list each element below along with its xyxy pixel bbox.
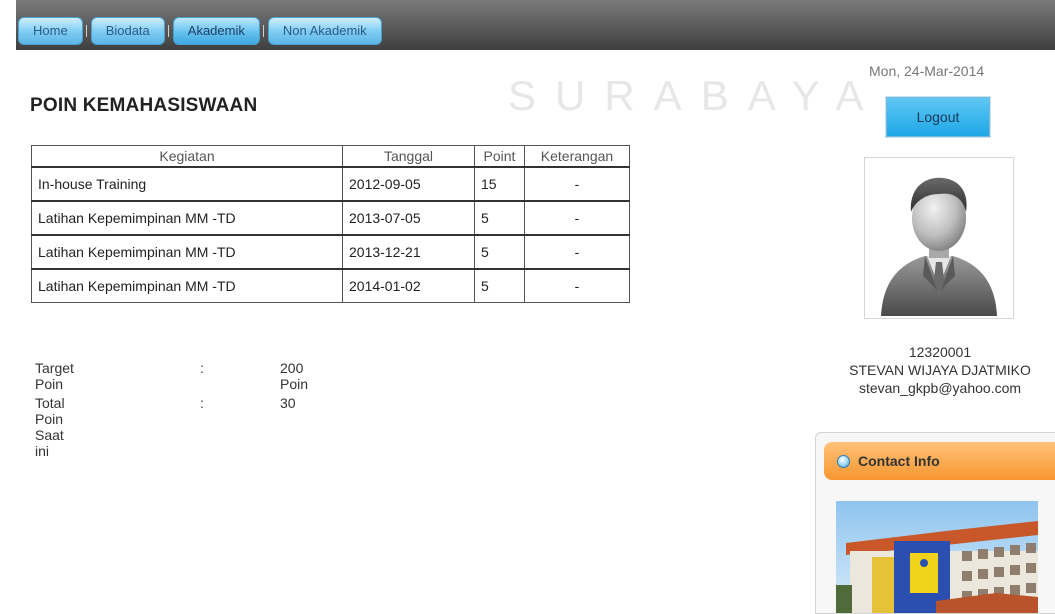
contact-info-header[interactable]: Contact Info: [824, 442, 1055, 480]
cell-tanggal: 2012-09-05: [342, 166, 475, 202]
watermark-text: SURABAYA: [508, 72, 883, 119]
cell-keterangan: -: [524, 234, 630, 270]
cell-tanggal: 2013-12-21: [342, 234, 475, 270]
radio-bullet-icon: [837, 454, 850, 468]
nav-separator: [260, 24, 268, 38]
cell-point: 15: [474, 166, 525, 202]
target-poin-label: Target Poin: [35, 360, 74, 392]
logout-button[interactable]: Logout: [886, 97, 990, 137]
target-poin-value: 200 Poin: [280, 360, 309, 392]
cell-point: 5: [474, 268, 525, 303]
cell-keterangan: -: [524, 200, 630, 236]
cell-point: 5: [474, 234, 525, 270]
nav-left-cap: [0, 0, 16, 50]
table-row: Latihan Kepemimpinan MM -TD 2013-12-21 5…: [31, 234, 630, 270]
colon-separator: :: [200, 395, 204, 411]
nav-separator: [83, 24, 91, 38]
cell-kegiatan: Latihan Kepemimpinan MM -TD: [31, 200, 343, 236]
table-row: Latihan Kepemimpinan MM -TD 2014-01-02 5…: [31, 268, 630, 303]
contact-info-title: Contact Info: [858, 453, 940, 469]
top-nav-bar: Home Biodata Akademik Non Akademik: [0, 0, 1055, 50]
cell-kegiatan: In-house Training: [31, 166, 343, 202]
cell-keterangan: -: [524, 166, 630, 202]
avatar: [864, 157, 1014, 319]
contact-info-panel: Contact Info: [815, 432, 1055, 614]
nav-akademik-button[interactable]: Akademik: [172, 17, 260, 45]
colon-separator: :: [200, 360, 204, 376]
table-row: In-house Training 2012-09-05 15 -: [31, 166, 630, 202]
poin-table: Kegiatan Tanggal Point Keterangan In-hou…: [31, 145, 630, 303]
header-kegiatan: Kegiatan: [31, 145, 343, 168]
header-keterangan: Keterangan: [524, 145, 630, 168]
cell-kegiatan: Latihan Kepemimpinan MM -TD: [31, 234, 343, 270]
campus-building-image: [836, 501, 1038, 613]
nav-buttons: Home Biodata Akademik Non Akademik: [18, 17, 382, 45]
table-header-row: Kegiatan Tanggal Point Keterangan: [31, 145, 630, 168]
header-point: Point: [474, 145, 525, 168]
user-name: STEVAN WIJAYA DJATMIKO: [849, 362, 1031, 378]
nav-biodata-button[interactable]: Biodata: [90, 17, 165, 45]
user-silhouette-icon: [881, 177, 997, 316]
nav-separator: [165, 24, 173, 38]
header-tanggal: Tanggal: [342, 145, 475, 168]
cell-tanggal: 2013-07-05: [342, 200, 475, 236]
cell-kegiatan: Latihan Kepemimpinan MM -TD: [31, 268, 343, 303]
total-poin-value: 30: [280, 395, 296, 411]
user-email: stevan_gkpb@yahoo.com: [858, 380, 1022, 396]
user-info: 12320001 STEVAN WIJAYA DJATMIKO stevan_g…: [820, 343, 1055, 397]
total-poin-label: Total Poin Saat ini: [35, 395, 65, 459]
user-id: 12320001: [908, 344, 972, 360]
nav-non-akademik-button[interactable]: Non Akademik: [267, 17, 382, 45]
cell-keterangan: -: [524, 268, 630, 303]
page-title: POIN KEMAHASISWAAN: [30, 95, 258, 116]
nav-home-button[interactable]: Home: [18, 17, 83, 45]
cell-tanggal: 2014-01-02: [342, 268, 475, 303]
table-row: Latihan Kepemimpinan MM -TD 2013-07-05 5…: [31, 200, 630, 236]
cell-point: 5: [474, 200, 525, 236]
current-date: Mon, 24-Mar-2014: [869, 63, 985, 79]
